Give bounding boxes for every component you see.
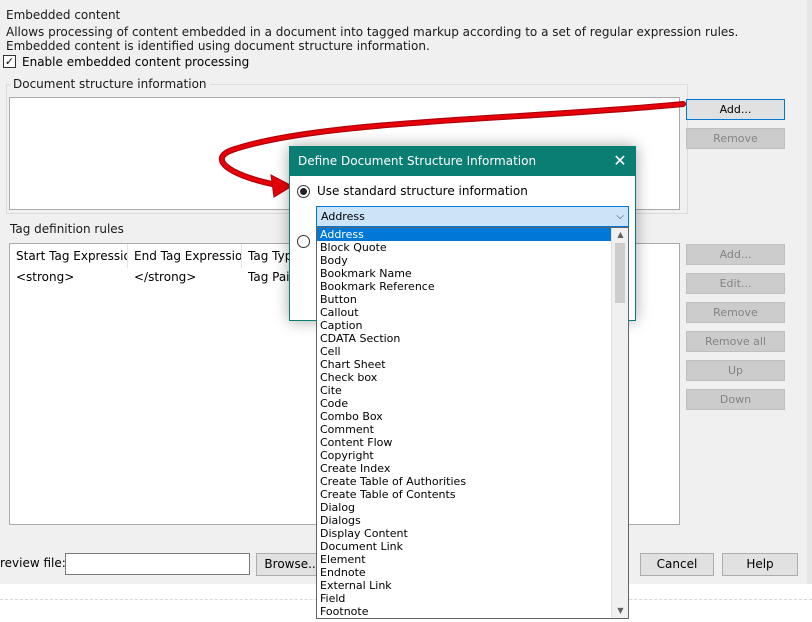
dropdown-item[interactable]: Field [317, 592, 611, 605]
radio-selected-dot [300, 188, 307, 195]
dropdown-item[interactable]: Dialog [317, 501, 611, 514]
scroll-down-icon[interactable]: ▼ [612, 604, 629, 618]
dropdown-item[interactable]: Comment [317, 423, 611, 436]
dropdown-item[interactable]: Button [317, 293, 611, 306]
dropdown-item[interactable]: Cite [317, 384, 611, 397]
dropdown-item[interactable]: Bookmark Name [317, 267, 611, 280]
close-icon[interactable]: ✕ [605, 147, 635, 176]
scroll-up-icon[interactable]: ▲ [612, 228, 629, 242]
dropdown-items: Address Block Quote Body Bookmark Name Bookm… [317, 228, 611, 618]
dropdown-item[interactable]: Address [317, 228, 611, 241]
radio-custom-structure[interactable] [297, 235, 310, 248]
dropdown-item[interactable]: Cell [317, 345, 611, 358]
dialog-title: Define Document Structure Information [290, 147, 635, 176]
dropdown-item[interactable]: Bookmark Reference [317, 280, 611, 293]
dropdown-item[interactable]: Display Content [317, 527, 611, 540]
dropdown-item[interactable]: Create Table of Contents [317, 488, 611, 501]
dropdown-item[interactable]: Element [317, 553, 611, 566]
dropdown-item[interactable]: Endnote [317, 566, 611, 579]
scroll-thumb[interactable] [615, 243, 625, 303]
dropdown-item[interactable]: Chart Sheet [317, 358, 611, 371]
dropdown-item[interactable]: Combo Box [317, 410, 611, 423]
dropdown-item[interactable]: Copyright [317, 449, 611, 462]
dropdown-item[interactable]: Document Link [317, 540, 611, 553]
dropdown-item[interactable]: CDATA Section [317, 332, 611, 345]
dropdown-item[interactable]: External Link [317, 579, 611, 592]
dropdown-scrollbar[interactable]: ▲ ▼ [611, 228, 628, 618]
dropdown-item[interactable]: Dialogs [317, 514, 611, 527]
radio-standard-label: Use standard structure information [317, 184, 528, 198]
combo-value: Address [321, 210, 365, 223]
dropdown-item[interactable]: Code [317, 397, 611, 410]
dropdown-item[interactable]: Create Table of Authorities [317, 475, 611, 488]
radio-standard-structure[interactable] [297, 185, 310, 198]
dropdown-item[interactable]: Content Flow [317, 436, 611, 449]
dropdown-item[interactable]: Create Index [317, 462, 611, 475]
dropdown-item[interactable]: Footnote [317, 605, 611, 618]
structure-dropdown-list[interactable]: Address Block Quote Body Bookmark Name Bookm… [316, 227, 629, 619]
structure-combo-box[interactable]: Address ⌵ [316, 206, 629, 227]
dropdown-item[interactable]: Callout [317, 306, 611, 319]
dropdown-item[interactable]: Check box [317, 371, 611, 384]
dropdown-item[interactable]: Block Quote [317, 241, 611, 254]
dropdown-item[interactable]: Caption [317, 319, 611, 332]
chevron-down-icon[interactable]: ⌵ [616, 207, 624, 226]
dropdown-item[interactable]: Body [317, 254, 611, 267]
